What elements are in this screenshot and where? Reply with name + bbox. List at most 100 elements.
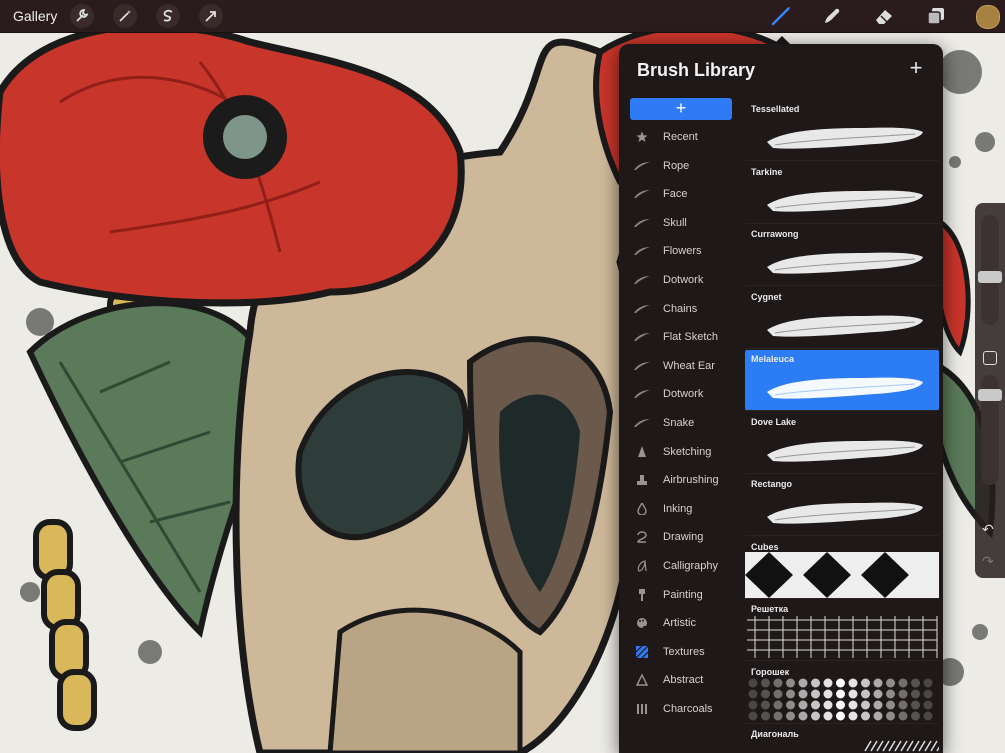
stroke-icon <box>632 218 652 228</box>
brush-set-label: Drawing <box>663 531 704 544</box>
brush-item[interactable]: Cygnet <box>745 288 939 349</box>
selection-icon[interactable] <box>156 4 180 28</box>
brush-set-item[interactable]: Sketching <box>619 438 741 466</box>
brush-name: Cygnet <box>751 291 782 302</box>
brush-set-item[interactable]: Artistic <box>619 609 741 637</box>
brush-item[interactable]: Диагональ <box>745 725 939 753</box>
brush-set-item[interactable]: Rope <box>619 152 741 180</box>
brush-set-label: Rope <box>663 159 690 172</box>
stroke-icon <box>632 418 652 428</box>
brush-set-item[interactable]: Charcoals <box>619 695 741 723</box>
brush-item[interactable]: Rectango <box>745 475 939 536</box>
brush-set-item[interactable]: Chains <box>619 295 741 323</box>
opacity-knob[interactable] <box>978 389 1002 401</box>
brush-name: Currawong <box>751 229 799 239</box>
wrench-icon[interactable] <box>70 4 94 28</box>
brush-set-item[interactable]: Skull <box>619 209 741 237</box>
brush-set-item[interactable]: Painting <box>619 581 741 609</box>
brush-set-item[interactable]: Face <box>619 180 741 208</box>
brush-set-label: Charcoals <box>663 703 713 715</box>
brush-set-item[interactable]: Calligraphy <box>619 552 741 580</box>
brush-set-label: Textures <box>663 645 705 658</box>
stroke-icon <box>632 332 652 342</box>
brush-set-label: Flat Sketch <box>663 331 719 344</box>
brush-name: Диагональ <box>751 729 799 739</box>
brush-name: Melaleuca <box>751 354 795 364</box>
brush-item[interactable]: Решетка <box>745 600 939 661</box>
top-toolbar: Gallery <box>0 0 1005 33</box>
eyedropper-button[interactable] <box>983 351 997 365</box>
brush-set-label: Airbrushing <box>663 474 719 487</box>
brush-set-item[interactable]: Flowers <box>619 237 741 265</box>
brush-set-label: Painting <box>663 588 703 601</box>
texture-icon <box>632 645 652 658</box>
brush-set-label: Face <box>663 188 688 201</box>
layers-icon[interactable] <box>924 4 948 28</box>
brush-set-item[interactable]: Flat Sketch <box>619 323 741 351</box>
brush-size-knob[interactable] <box>978 271 1002 283</box>
airbrush-icon <box>632 474 652 486</box>
charcoal-icon <box>632 703 652 715</box>
side-slider-bar: ↶ ↷ <box>975 203 1005 578</box>
brush-set-label: Recent <box>663 131 698 143</box>
brush-set-item[interactable]: Inking <box>619 495 741 523</box>
brush-name: Горошек <box>751 666 790 677</box>
calligraphy-icon <box>632 560 652 572</box>
brush-item[interactable]: Melaleuca <box>745 350 939 411</box>
brush-set-item[interactable]: Dotwork <box>619 266 741 294</box>
star-icon <box>632 131 652 143</box>
brush-library-panel: Brush Library + + Recent Rope Face Skull Flo… <box>619 44 943 753</box>
smudge-icon[interactable] <box>820 4 844 28</box>
brush-set-label: Dotwork <box>663 388 704 401</box>
brush-icon[interactable] <box>769 4 793 28</box>
transform-icon[interactable] <box>199 4 223 28</box>
opacity-slider[interactable] <box>978 375 1002 485</box>
brush-set-label: Flowers <box>663 245 702 258</box>
brush-set-label: Abstract <box>663 674 704 687</box>
palette-icon <box>632 617 652 629</box>
brush-set-label: Wheat Ear <box>663 359 715 372</box>
brush-name: Решетка <box>751 604 789 614</box>
stroke-icon <box>632 189 652 199</box>
brush-item[interactable]: Currawong <box>745 225 939 286</box>
swirl-icon <box>632 531 652 544</box>
redo-icon[interactable]: ↷ <box>982 553 994 570</box>
color-picker-button[interactable] <box>976 5 1000 29</box>
brush-item[interactable]: Tessellated <box>745 100 939 161</box>
brush-set-item[interactable]: Wheat Ear <box>619 352 741 380</box>
brush-set-item[interactable]: Drawing <box>619 523 741 551</box>
brush-set-label: Inking <box>663 502 693 515</box>
stroke-icon <box>632 361 652 371</box>
brush-name: Tarkine <box>751 166 783 177</box>
brush-set-item[interactable]: Snake <box>619 409 741 437</box>
add-brush-button[interactable]: + <box>905 57 927 80</box>
brush-set-item[interactable]: Abstract <box>619 666 741 694</box>
brush-set-label: Chains <box>663 302 698 315</box>
brush-item[interactable]: Горошек <box>745 663 939 724</box>
brush-size-slider[interactable] <box>978 215 1002 325</box>
stroke-icon <box>632 304 652 314</box>
brush-set-item[interactable]: Textures <box>619 638 741 666</box>
triangle-icon <box>632 674 652 687</box>
brush-set-item[interactable]: Airbrushing <box>619 466 741 494</box>
ink-drop-icon <box>632 502 652 515</box>
brush-set-label: Snake <box>663 417 695 429</box>
gallery-button[interactable]: Gallery <box>13 8 57 24</box>
brush-name: Rectango <box>751 479 793 489</box>
brush-item[interactable]: Cubes <box>745 538 939 599</box>
brush-set-item[interactable]: Recent <box>619 123 741 151</box>
stroke-icon <box>632 389 652 399</box>
brush-name: Dove Lake <box>751 416 797 427</box>
brush-item[interactable]: Tarkine <box>745 163 939 224</box>
panel-title: Brush Library <box>637 60 756 80</box>
brush-item[interactable]: Dove Lake <box>745 413 939 474</box>
stroke-icon <box>632 275 652 285</box>
brush-set-label: Dotwork <box>663 274 704 286</box>
new-brush-set-button[interactable]: + <box>630 98 732 120</box>
brush-set-item[interactable]: Dotwork <box>619 380 741 408</box>
paint-brush-icon <box>632 588 652 601</box>
undo-icon[interactable]: ↶ <box>982 521 994 538</box>
eraser-icon[interactable] <box>872 4 896 28</box>
magic-wand-icon[interactable] <box>113 4 137 28</box>
brush-set-label: Artistic <box>663 617 696 630</box>
